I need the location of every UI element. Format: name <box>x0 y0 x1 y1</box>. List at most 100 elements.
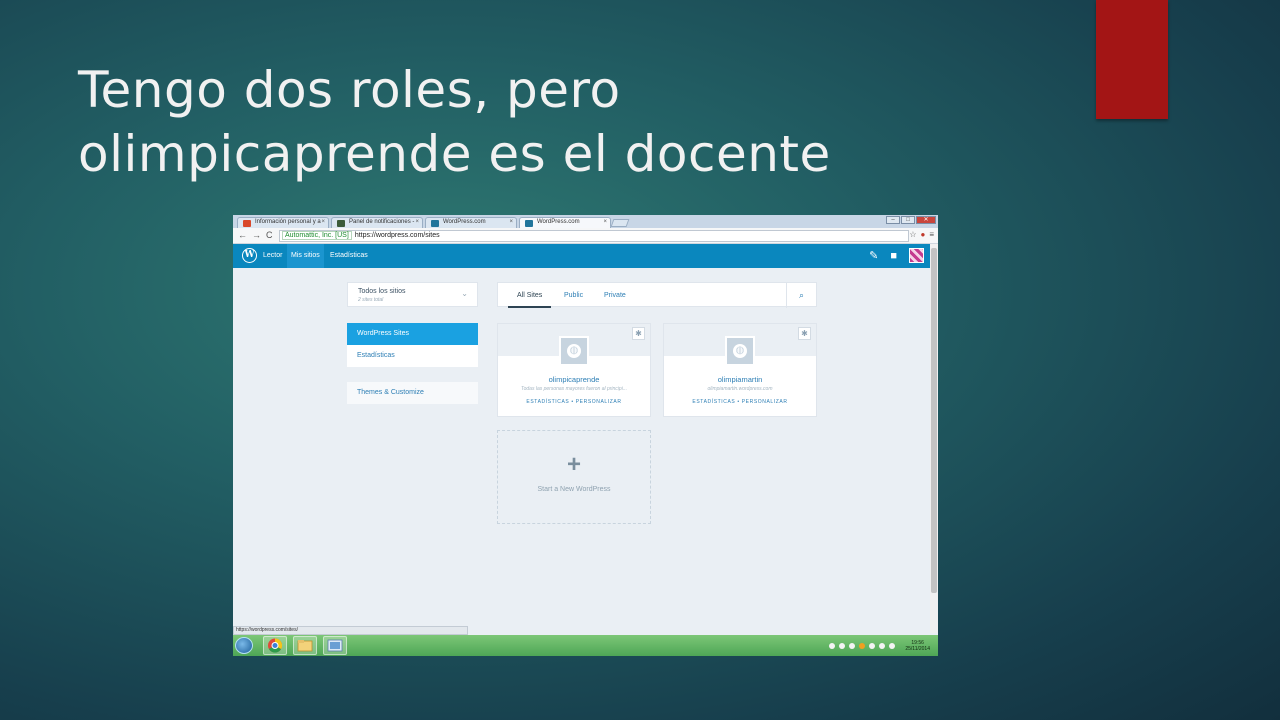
masterbar-my-sites[interactable]: Mis sitios <box>287 244 324 268</box>
browser-tab[interactable]: WordPress.com × <box>425 217 517 228</box>
site-customize-link[interactable]: PERSONALIZAR <box>576 399 622 405</box>
chevron-down-icon: ⌄ <box>461 289 468 298</box>
slide-title: Tengo dos roles, pero olimpicaprende es … <box>78 58 978 186</box>
notifications-favicon-icon <box>337 220 345 227</box>
tray-icon[interactable] <box>869 642 876 649</box>
site-selector-title: Todos los sitios <box>358 288 406 295</box>
window-controls: – □ ✕ <box>886 216 936 224</box>
taskbar-clock[interactable]: 19:56 25/11/2014 <box>905 640 930 652</box>
new-site-button[interactable]: + Start a New WordPress <box>497 430 651 524</box>
browser-tab-active[interactable]: WordPress.com × <box>519 217 611 228</box>
embedded-screenshot: Información personal y a × Panel de noti… <box>233 215 938 656</box>
site-card[interactable]: ✱ ◍ olimpicaprende Todas las personas ma… <box>497 323 651 417</box>
gear-icon[interactable]: ✱ <box>632 327 645 340</box>
tab-all-sites[interactable]: All Sites <box>508 283 552 308</box>
photo-viewer-taskbar-icon[interactable] <box>323 636 347 655</box>
masterbar-stats[interactable]: Estadísticas <box>326 244 372 268</box>
globe-icon: ◍ <box>733 344 747 358</box>
sidebar-item-themes[interactable]: Themes & Customize <box>347 382 478 404</box>
sidebar-item-stats[interactable]: Estadísticas <box>347 345 478 367</box>
new-tab-button[interactable] <box>610 219 630 227</box>
extension-icon[interactable]: ● <box>920 230 925 239</box>
new-site-label: Start a New WordPress <box>537 486 611 493</box>
sidebar-item-wordpress-sites[interactable]: WordPress Sites <box>347 323 478 345</box>
browser-tab-bar: Información personal y a × Panel de noti… <box>233 215 938 228</box>
site-customize-link[interactable]: PERSONALIZAR <box>742 399 788 405</box>
minimize-icon[interactable]: – <box>886 216 900 224</box>
chrome-taskbar-icon[interactable] <box>263 636 287 655</box>
close-tab-icon[interactable]: × <box>321 219 325 225</box>
folder-taskbar-icon[interactable] <box>293 636 317 655</box>
separator: • <box>737 399 740 405</box>
gear-icon[interactable]: ✱ <box>798 327 811 340</box>
address-bar: ← → C Automattic, Inc. [US] https://wordp… <box>233 228 938 244</box>
menu-icon[interactable]: ≡ <box>929 230 934 239</box>
globe-icon: ◍ <box>567 344 581 358</box>
browser-tab[interactable]: Información personal y a × <box>237 217 329 228</box>
sidebar-menu: WordPress Sites Estadísticas <box>347 323 478 367</box>
close-tab-icon[interactable]: × <box>415 219 419 225</box>
browser-tab[interactable]: Panel de notificaciones - × <box>331 217 423 228</box>
tray-icon[interactable] <box>849 642 856 649</box>
tab-label: WordPress.com <box>537 219 580 225</box>
slide-title-line-2: olimpicaprende es el docente <box>78 125 831 183</box>
network-icon[interactable] <box>879 642 886 649</box>
url-text: https://wordpress.com/sites <box>354 232 440 239</box>
maximize-icon[interactable]: □ <box>901 216 915 224</box>
tab-public[interactable]: Public <box>564 283 583 308</box>
volume-icon[interactable] <box>889 642 896 649</box>
tray-icon[interactable] <box>859 642 866 649</box>
site-stats-link[interactable]: ESTADÍSTICAS <box>526 399 569 405</box>
page-content: Todos los sitios 2 sites total ⌄ WordPre… <box>233 268 930 633</box>
close-window-icon[interactable]: ✕ <box>916 216 936 224</box>
site-description: Todas las personas mayores fueron al pri… <box>521 386 627 392</box>
system-tray: 19:56 25/11/2014 <box>829 637 930 654</box>
tab-label: Información personal y a <box>255 219 321 225</box>
browser-status-bar: https://wordpress.com/sites/ <box>233 626 468 635</box>
notifications-icon[interactable]: ■ <box>890 250 897 262</box>
site-icon: ◍ <box>559 336 589 366</box>
url-input[interactable]: Automattic, Inc. [US] https://wordpress.c… <box>279 230 909 242</box>
wordpress-favicon-icon <box>525 220 533 227</box>
plus-icon: + <box>566 451 581 478</box>
search-icon[interactable]: ⌕ <box>786 283 816 308</box>
tray-icon[interactable] <box>829 642 836 649</box>
compose-icon[interactable]: ✎ <box>869 249 878 262</box>
masterbar-reader[interactable]: Lector <box>259 244 286 268</box>
toolbar-right: ☆ ● ≡ <box>909 230 934 239</box>
close-tab-icon[interactable]: × <box>603 219 607 225</box>
site-stats-link[interactable]: ESTADÍSTICAS <box>692 399 735 405</box>
google-favicon-icon <box>243 220 251 227</box>
clock-date: 25/11/2014 <box>905 645 930 652</box>
site-card[interactable]: ✱ ◍ olimpiamartin olimpiamartin.wordpres… <box>663 323 817 417</box>
start-button[interactable] <box>235 637 253 654</box>
forward-icon[interactable]: → <box>252 230 261 240</box>
site-name[interactable]: olimpiamartin <box>664 375 816 384</box>
back-icon[interactable]: ← <box>238 230 247 240</box>
close-tab-icon[interactable]: × <box>509 219 513 225</box>
ev-certificate-badge[interactable]: Automattic, Inc. [US] <box>282 231 352 240</box>
separator: • <box>571 399 574 405</box>
wordpress-masterbar: W Lector Mis sitios Estadísticas ✎ ■ <box>233 244 930 268</box>
star-icon[interactable]: ☆ <box>909 230 916 239</box>
scrollbar-thumb[interactable] <box>931 248 937 593</box>
site-filter-bar: All Sites Public Private ⌕ <box>497 282 817 308</box>
wordpress-logo-icon[interactable]: W <box>242 248 257 263</box>
tab-label: Panel de notificaciones - <box>349 219 415 225</box>
reload-icon[interactable]: C <box>266 230 273 240</box>
avatar[interactable] <box>909 248 924 263</box>
windows-taskbar: 19:56 25/11/2014 <box>233 635 938 656</box>
masterbar-right: ✎ ■ <box>869 248 924 263</box>
site-selector-subtitle: 2 sites total <box>358 297 384 303</box>
site-actions: ESTADÍSTICAS • PERSONALIZAR <box>498 399 650 405</box>
red-accent-bar <box>1096 0 1168 119</box>
wordpress-favicon-icon <box>431 220 439 227</box>
tray-icon[interactable] <box>839 642 846 649</box>
site-name[interactable]: olimpicaprende <box>498 375 650 384</box>
site-icon: ◍ <box>725 336 755 366</box>
slide-title-line-1: Tengo dos roles, pero <box>78 61 621 119</box>
site-selector[interactable]: Todos los sitios 2 sites total ⌄ <box>347 282 478 307</box>
site-actions: ESTADÍSTICAS • PERSONALIZAR <box>664 399 816 405</box>
tab-label: WordPress.com <box>443 219 486 225</box>
tab-private[interactable]: Private <box>604 283 626 308</box>
